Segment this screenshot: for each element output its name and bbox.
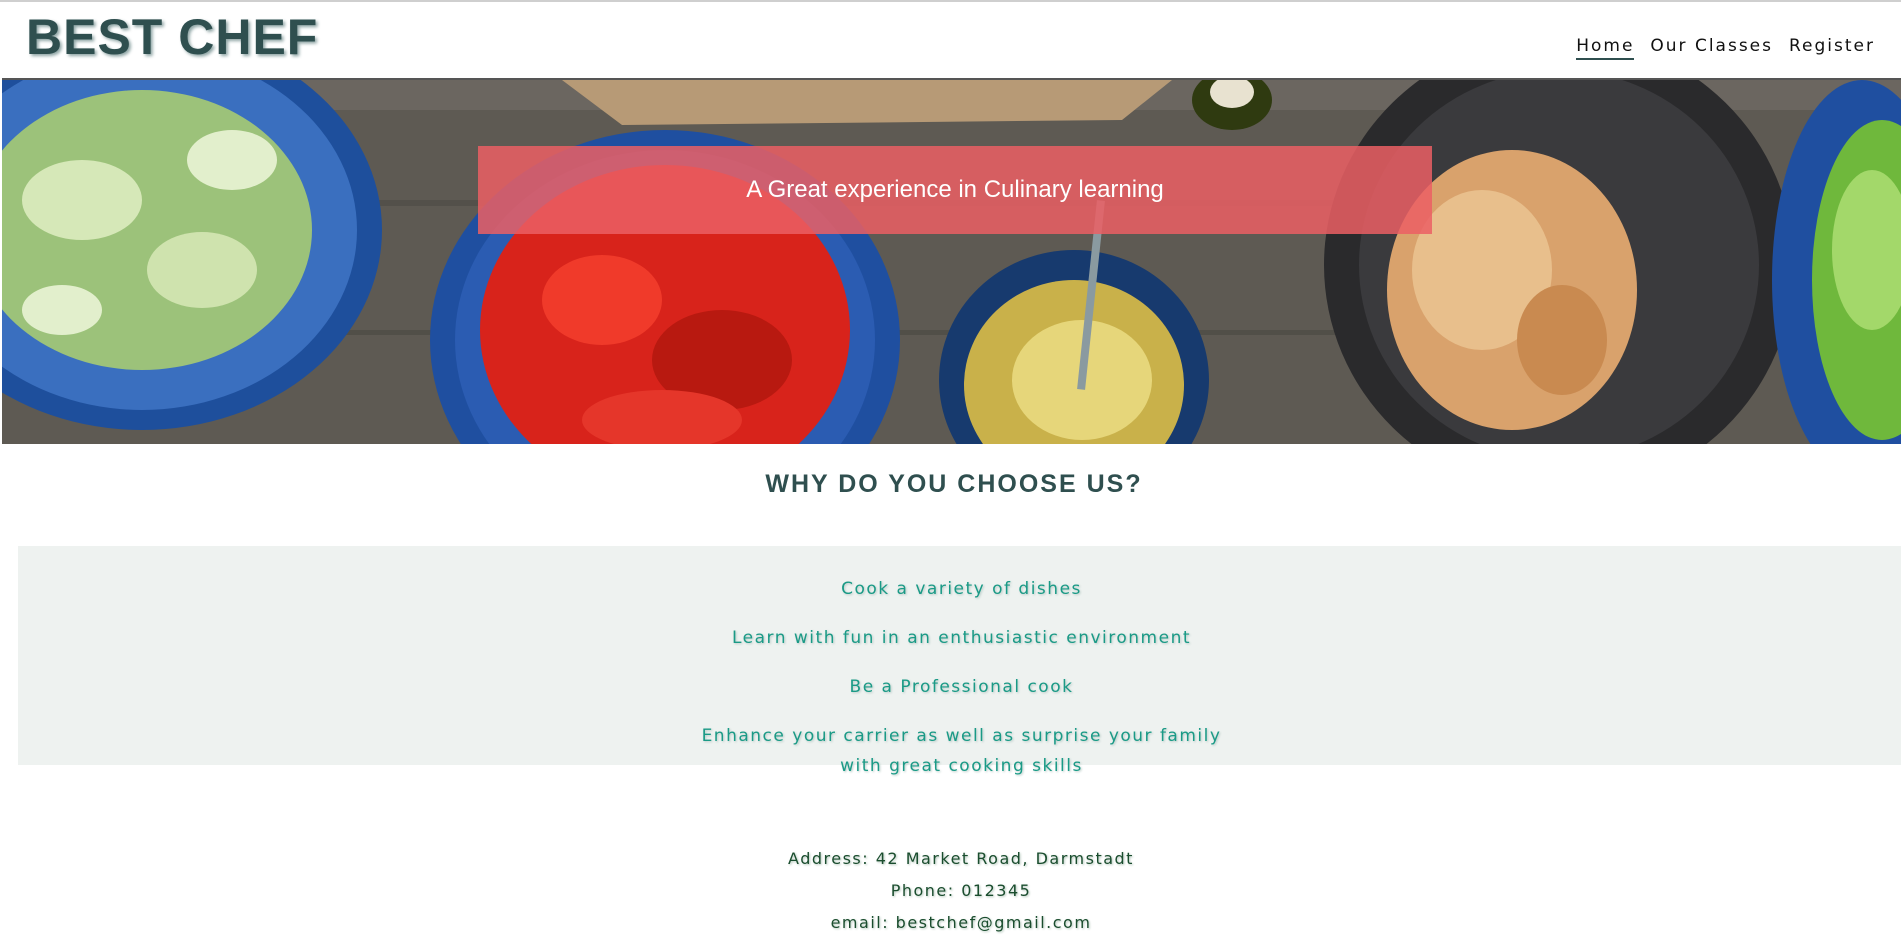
- feature-item: Cook a variety of dishes: [841, 579, 1082, 599]
- contact-email[interactable]: email: bestchef@gmail.com: [0, 910, 1901, 935]
- contact-footer: Address: 42 Market Road, Darmstadt Phone…: [0, 846, 1901, 942]
- site-logo[interactable]: BEST CHEF: [26, 8, 318, 66]
- hero-section: A Great experience in Culinary learning: [2, 78, 1901, 444]
- why-choose-us-heading: WHY DO YOU CHOOSE US?: [765, 470, 1143, 498]
- feature-item: Learn with fun in an enthusiastic enviro…: [731, 628, 1192, 648]
- features-list: Cook a variety of dishes Learn with fun …: [18, 574, 1901, 800]
- feature-item: Be a Professional cook: [849, 677, 1074, 697]
- contact-address: Address: 42 Market Road, Darmstadt: [788, 849, 1134, 868]
- main-nav: Home Our Classes Register: [1576, 36, 1875, 60]
- hero-tagline: A Great experience in Culinary learning: [746, 176, 1164, 203]
- site-header: BEST CHEF Home Our Classes Register: [0, 2, 1901, 79]
- nav-our-classes[interactable]: Our Classes: [1650, 36, 1773, 60]
- feature-item: Enhance your carrier as well as surprise…: [701, 726, 1222, 776]
- features-panel: Cook a variety of dishes Learn with fun …: [18, 546, 1901, 776]
- nav-register[interactable]: Register: [1789, 36, 1875, 60]
- hero-tagline-banner: A Great experience in Culinary learning: [478, 146, 1432, 234]
- nav-home[interactable]: Home: [1576, 36, 1635, 60]
- contact-phone: Phone: 012345: [890, 881, 1032, 900]
- hero-food-image: [2, 80, 1901, 444]
